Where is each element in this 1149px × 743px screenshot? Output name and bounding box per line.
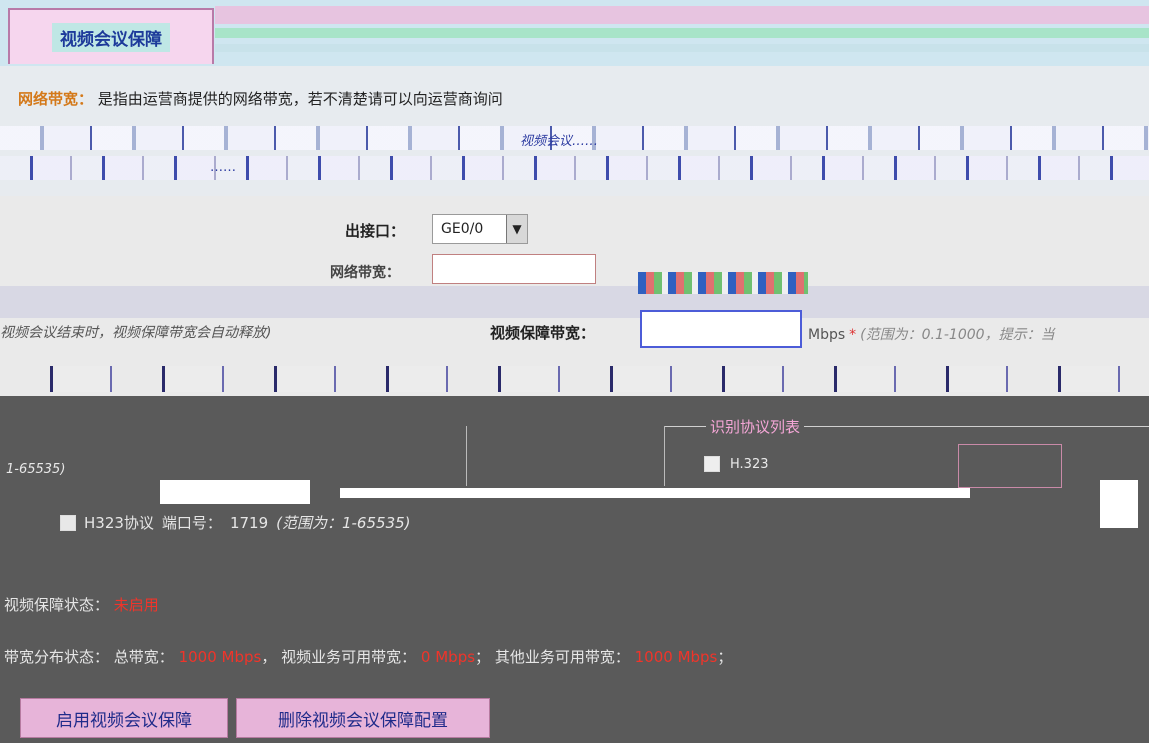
tab-bar: 视频会议保障	[0, 0, 1149, 68]
port-value[interactable]: 1719	[230, 514, 268, 532]
tab-video-conference[interactable]: 视频会议保障	[8, 8, 214, 64]
tab-bar-stripe	[215, 28, 1149, 38]
bw-status-label: 带宽分布状态：	[4, 648, 110, 666]
protocol-list-title: 识别协议列表	[706, 416, 805, 437]
protocol-row: H.323	[704, 456, 769, 472]
video-avail-value: 0 Mbps	[420, 648, 476, 666]
port-range: (范围为：1-65535)	[276, 514, 411, 532]
enable-video-conference-button[interactable]: 启用视频会议保障	[20, 698, 228, 738]
protocol-section: 识别协议列表 1-65535) H.323 H323协议 端口号： 1719 (…	[0, 396, 1149, 596]
range-hint: (范围为：0.1-1000，提示：当	[860, 327, 1055, 343]
auto-release-note: 视频会议结束时，视频保障带宽会自动释放)	[0, 325, 272, 341]
network-bw-label: 网络带宽：	[18, 90, 94, 108]
video-status-label: 视频保障状态：	[4, 596, 110, 614]
protocol-checkbox[interactable]	[704, 456, 720, 472]
port-range-hint: 1-65535)	[6, 462, 66, 477]
info-panel: 网络带宽： 是指由运营商提供的网络带宽，若不清楚请可以向运营商询问 视频会议………	[0, 66, 1149, 196]
tab-label: 视频会议保障	[52, 22, 170, 52]
port-input[interactable]	[958, 444, 1062, 488]
garbled-block	[160, 480, 310, 504]
tab-bar-stripe	[215, 44, 1149, 52]
other-avail-label: 其他业务可用带宽：	[494, 648, 630, 666]
video-avail-label: 视频业务可用带宽：	[281, 648, 417, 666]
protocol-row: H323协议 端口号： 1719 (范围为：1-65535)	[60, 512, 411, 533]
interface-value: GE0/0	[441, 221, 484, 237]
network-bw-text: 是指由运营商提供的网络带宽，若不清楚请可以向运营商询问	[97, 90, 503, 108]
chevron-down-icon[interactable]: ▼	[506, 215, 527, 243]
garbled-block	[340, 488, 970, 498]
port-label: 端口号：	[161, 514, 222, 532]
garbled-block	[638, 272, 808, 294]
fieldset-border	[466, 426, 467, 486]
video-bw-input[interactable]	[640, 310, 802, 348]
interface-label: 出接口：	[345, 222, 406, 240]
garbled-line	[0, 156, 1149, 180]
protocol-label: H.323	[730, 456, 769, 472]
video-status-value: 未启用	[113, 596, 159, 614]
total-bw-value: 1000 Mbps	[178, 648, 262, 666]
video-status: 视频保障状态： 未启用	[4, 594, 159, 615]
video-bw-unit-hint: Mbps * (范围为：0.1-1000，提示：当	[808, 324, 1055, 344]
tab-bar-stripe	[215, 6, 1149, 24]
network-bw-field-label: 网络带宽：	[330, 265, 400, 281]
garbled-block	[1100, 480, 1138, 528]
network-bw-input[interactable]	[432, 254, 596, 284]
bandwidth-status: 带宽分布状态： 总带宽： 1000 Mbps， 视频业务可用带宽： 0 Mbps…	[4, 648, 733, 666]
garbled-line	[0, 366, 1149, 392]
required-mark: *	[849, 327, 857, 343]
h323-checkbox[interactable]	[60, 514, 76, 531]
garbled-text: 视频会议……	[520, 134, 599, 149]
delete-video-conference-config-button[interactable]: 删除视频会议保障配置	[236, 698, 490, 738]
garbled-line	[0, 286, 1149, 318]
h323-label: H323协议	[84, 514, 154, 532]
unit-text: Mbps	[808, 327, 846, 343]
total-bw-label: 总带宽：	[113, 648, 174, 666]
interface-select[interactable]: GE0/0 ▼	[432, 214, 528, 244]
network-bw-description: 网络带宽： 是指由运营商提供的网络带宽，若不清楚请可以向运营商询问	[18, 88, 503, 109]
video-bw-label: 视频保障带宽：	[490, 324, 596, 342]
fieldset-border	[664, 426, 665, 486]
other-avail-value: 1000 Mbps	[634, 648, 718, 666]
config-form: 出接口： GE0/0 ▼ 网络带宽： 视频会议结束时，视频保障带宽会自动释放) …	[0, 196, 1149, 396]
garbled-text: ……	[210, 160, 236, 175]
